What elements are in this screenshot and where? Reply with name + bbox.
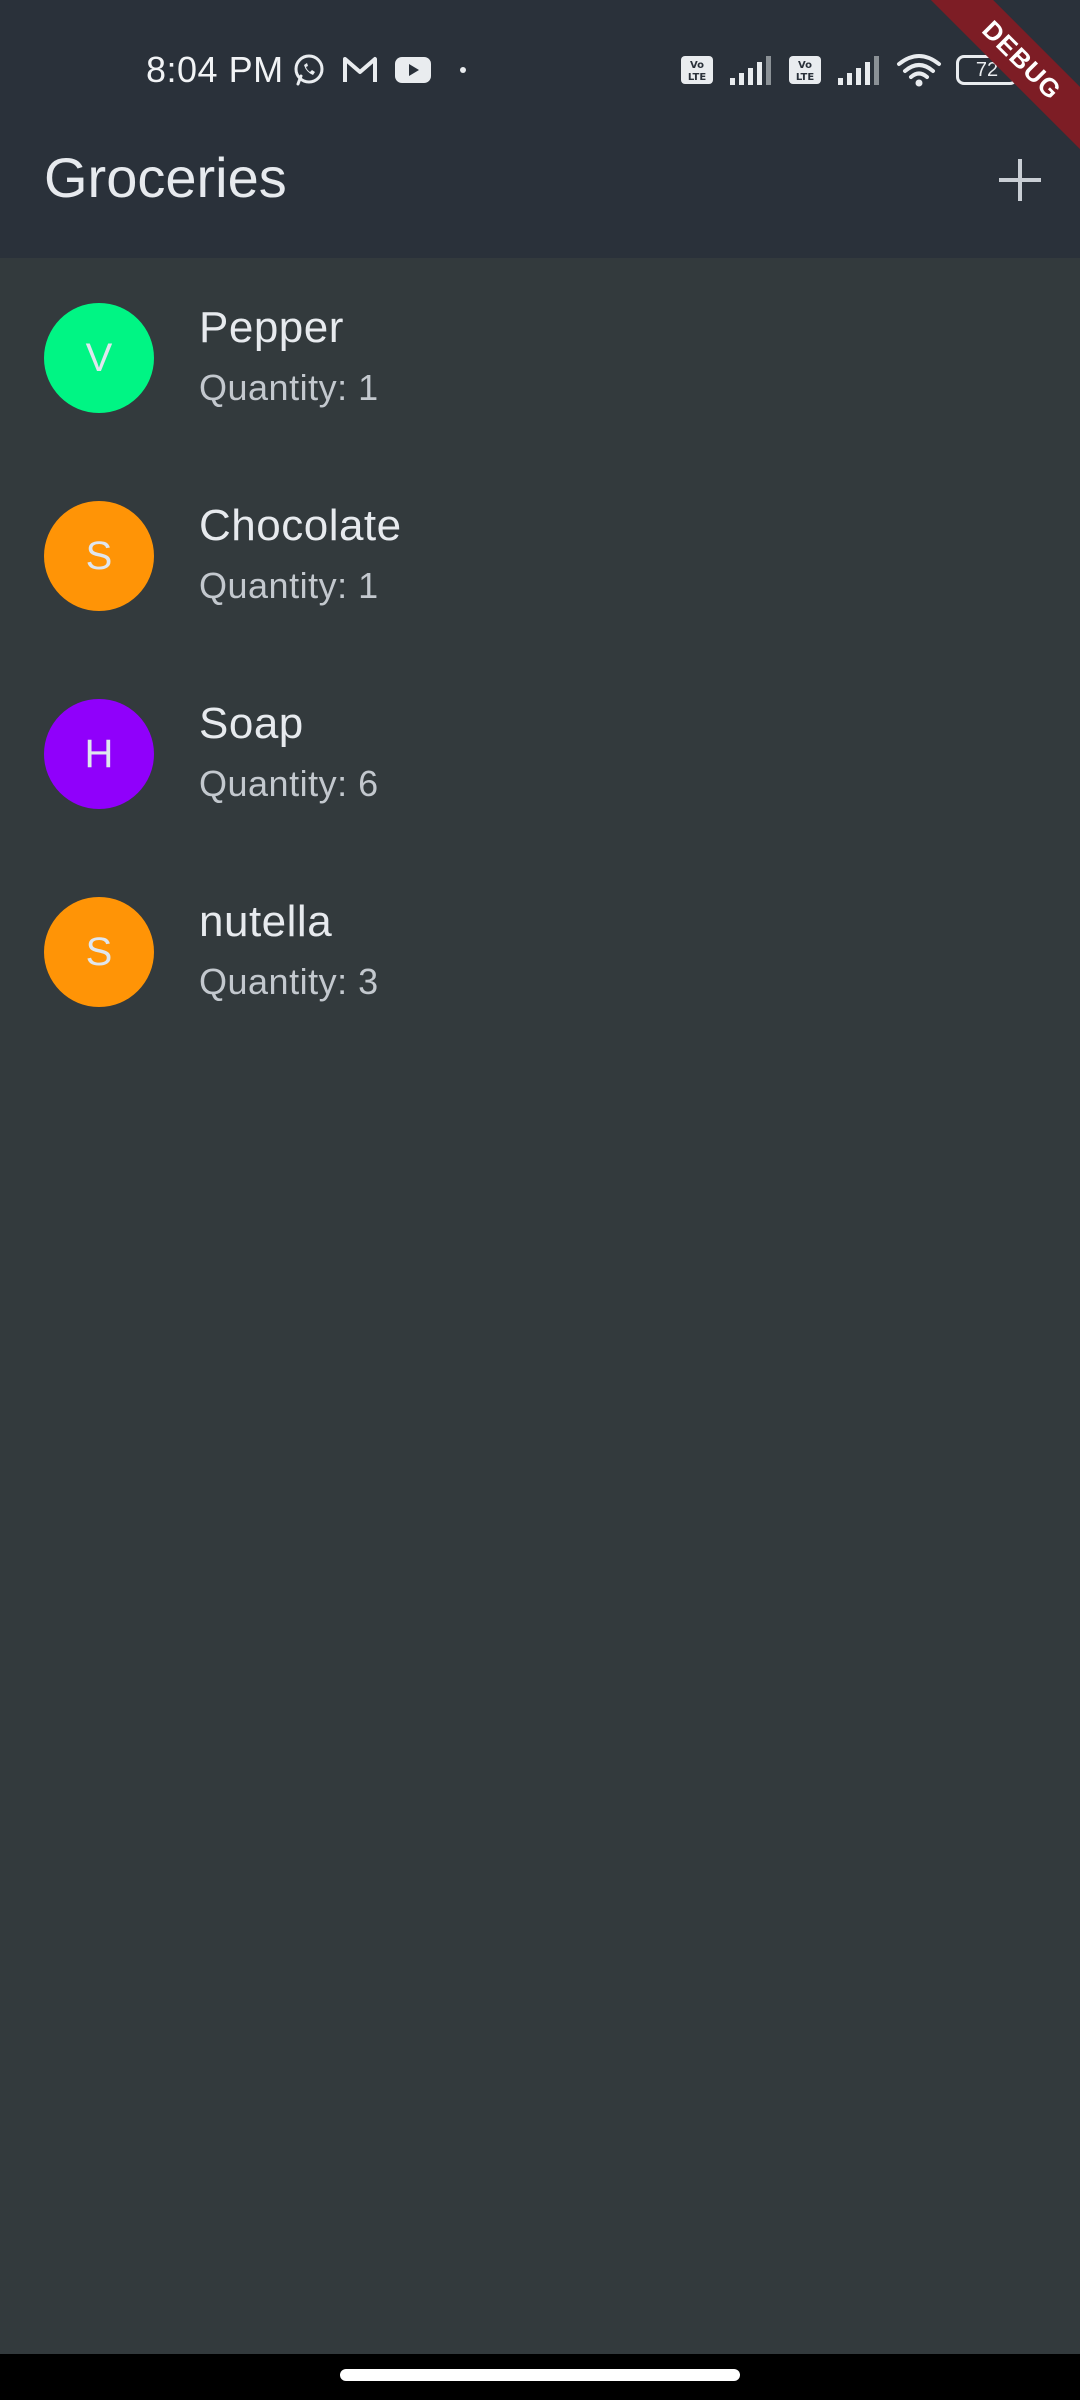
whatsapp-icon: [292, 53, 326, 87]
youtube-icon: [394, 56, 432, 84]
item-quantity: Quantity: 3: [199, 961, 379, 1002]
item-quantity: Quantity: 1: [199, 367, 379, 408]
item-quantity: Quantity: 6: [199, 763, 379, 804]
volte-icon: Vo LTE: [680, 55, 714, 85]
svg-text:LTE: LTE: [796, 72, 815, 83]
signal-icon: [836, 54, 882, 86]
screen: 8:04 PM Vo LTE Vo LTE 72 Groceries DEBUG…: [0, 0, 1080, 2400]
system-icons: Vo LTE Vo LTE 72: [680, 50, 1023, 90]
signal-icon: [728, 54, 774, 86]
avatar: V: [44, 303, 154, 413]
svg-text:Vo: Vo: [690, 60, 704, 71]
add-item-button[interactable]: [980, 140, 1060, 220]
list-item[interactable]: H Soap Quantity: 6: [0, 654, 1080, 852]
page-title: Groceries: [44, 146, 287, 209]
notification-icons: [292, 50, 466, 90]
home-indicator[interactable]: [340, 2369, 740, 2381]
item-name: Pepper: [199, 303, 344, 352]
item-quantity: Quantity: 1: [199, 565, 379, 606]
battery-icon: 72: [956, 55, 1023, 85]
status-time: 8:04 PM: [146, 49, 284, 90]
item-name: Soap: [199, 699, 304, 748]
avatar: S: [44, 897, 154, 1007]
status-bar: 8:04 PM Vo LTE Vo LTE 72: [0, 0, 1080, 130]
list-item[interactable]: S Chocolate Quantity: 1: [0, 456, 1080, 654]
gmail-icon: [342, 55, 378, 85]
navigation-bar: [0, 2354, 1080, 2400]
dot-icon: [460, 67, 466, 73]
item-name: nutella: [199, 897, 333, 946]
list-item[interactable]: V Pepper Quantity: 1: [0, 258, 1080, 456]
grocery-list: V Pepper Quantity: 1 S Chocolate Quantit…: [0, 258, 1080, 1050]
volte-icon: Vo LTE: [788, 55, 822, 85]
list-item[interactable]: S nutella Quantity: 3: [0, 852, 1080, 1050]
svg-text:LTE: LTE: [688, 72, 707, 83]
avatar: H: [44, 699, 154, 809]
header: 8:04 PM Vo LTE Vo LTE 72 Groceries: [0, 0, 1080, 258]
plus-icon: [999, 159, 1041, 201]
avatar: S: [44, 501, 154, 611]
wifi-icon: [896, 53, 942, 87]
svg-text:Vo: Vo: [798, 60, 812, 71]
item-name: Chocolate: [199, 501, 402, 550]
